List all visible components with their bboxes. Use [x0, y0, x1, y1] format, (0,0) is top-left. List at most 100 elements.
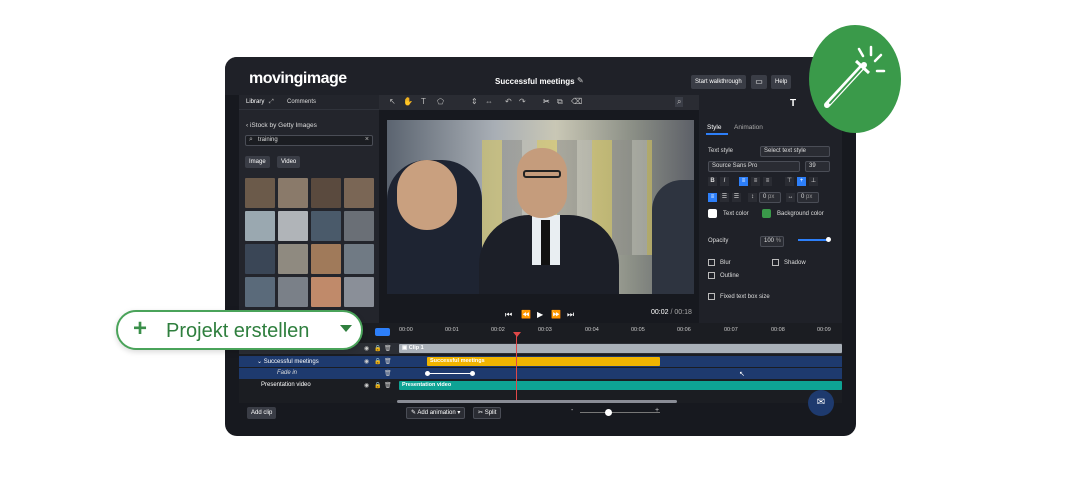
- tab-library[interactable]: Library: [246, 99, 264, 105]
- help-button[interactable]: Help: [771, 75, 792, 89]
- text-tool-icon[interactable]: T: [421, 97, 426, 106]
- edit-pencil-icon[interactable]: ✎: [577, 76, 584, 85]
- undo-icon[interactable]: ↶: [505, 97, 512, 106]
- thumbnail[interactable]: [245, 178, 275, 208]
- valign-middle-icon[interactable]: +: [797, 177, 806, 186]
- thumbnail[interactable]: [245, 244, 275, 274]
- screen-icon[interactable]: ▭: [751, 75, 767, 89]
- filter-video[interactable]: Video: [277, 156, 301, 168]
- video-bar[interactable]: Presentation video: [399, 381, 842, 390]
- text-style-select[interactable]: Select text style: [760, 146, 830, 157]
- zoom-icon[interactable]: ⌕: [675, 97, 684, 107]
- opacity-slider-knob[interactable]: [826, 237, 831, 242]
- video-track-label[interactable]: Presentation video: [261, 382, 311, 388]
- line-height-input[interactable]: 0 px: [759, 192, 781, 203]
- filter-image[interactable]: Image: [245, 156, 270, 168]
- zoom-in-icon[interactable]: +: [655, 407, 659, 414]
- tab-style[interactable]: Style: [707, 124, 721, 131]
- zoom-slider[interactable]: [580, 412, 660, 413]
- align-center-icon[interactable]: ≡: [751, 177, 760, 186]
- play-icon[interactable]: ▶: [537, 310, 543, 319]
- skip-end-icon[interactable]: ⏭: [567, 310, 574, 320]
- tab-comments[interactable]: Comments: [287, 99, 316, 105]
- add-clip-button[interactable]: Add clip: [247, 407, 277, 419]
- thumbnail[interactable]: [344, 178, 374, 208]
- align-left-icon[interactable]: ≡: [739, 177, 748, 186]
- trash-icon[interactable]: 🗑: [384, 370, 392, 377]
- library-back-link[interactable]: ‹ iStock by Getty Images: [246, 122, 317, 129]
- opacity-slider[interactable]: [798, 239, 828, 241]
- thumbnail[interactable]: [311, 178, 341, 208]
- select-icon[interactable]: ↖: [389, 97, 396, 106]
- italic-icon[interactable]: I: [720, 177, 729, 186]
- clip-bar[interactable]: ▣ Clip 1: [399, 344, 842, 353]
- outline-checkbox[interactable]: [708, 272, 715, 279]
- thumbnail[interactable]: [311, 277, 341, 307]
- line-height-icon[interactable]: ↕: [748, 193, 757, 202]
- copy-icon[interactable]: ⧉: [557, 97, 563, 107]
- valign-bottom-icon[interactable]: ⊥: [809, 177, 818, 186]
- align-icon[interactable]: ⇕: [471, 97, 478, 106]
- hand-icon[interactable]: ✋: [403, 97, 413, 106]
- letter-spacing-icon[interactable]: ↔: [786, 193, 795, 202]
- trash-icon[interactable]: 🗑: [384, 358, 392, 365]
- thumbnail[interactable]: [278, 244, 308, 274]
- thumbnail[interactable]: [311, 211, 341, 241]
- list-none-icon[interactable]: ≡: [708, 193, 717, 202]
- playhead[interactable]: [516, 335, 517, 403]
- timeline-scrollbar[interactable]: [397, 400, 677, 403]
- trash-icon[interactable]: 🗑: [384, 382, 392, 389]
- opacity-input[interactable]: 100 %: [760, 236, 784, 247]
- thumbnail[interactable]: [311, 244, 341, 274]
- valign-top-icon[interactable]: ⊤: [785, 177, 794, 186]
- cut-icon[interactable]: ✂: [543, 97, 550, 106]
- thumbnail[interactable]: [344, 277, 374, 307]
- project-title[interactable]: Successful meetings: [495, 77, 575, 86]
- lock-icon[interactable]: 🔒: [374, 345, 381, 352]
- fast-forward-icon[interactable]: ⏩: [551, 310, 561, 319]
- visibility-icon[interactable]: ◉: [364, 358, 369, 365]
- text-panel-icon[interactable]: T: [790, 98, 796, 109]
- thumbnail[interactable]: [245, 277, 275, 307]
- redo-icon[interactable]: ↷: [519, 97, 526, 106]
- thumbnail[interactable]: [278, 178, 308, 208]
- clear-icon[interactable]: ×: [365, 136, 369, 143]
- zoom-slider-knob[interactable]: [605, 409, 612, 416]
- title-bar[interactable]: Successful meetings: [427, 357, 660, 366]
- skip-start-icon[interactable]: ⏮: [505, 310, 512, 320]
- keyframe-start[interactable]: [425, 371, 430, 376]
- delete-icon[interactable]: ⌫: [571, 97, 582, 106]
- distribute-icon[interactable]: ⇔: [485, 97, 493, 106]
- thumbnail[interactable]: [278, 211, 308, 241]
- walkthrough-button[interactable]: Start walkthrough: [691, 75, 746, 89]
- visibility-icon[interactable]: ◉: [364, 382, 369, 389]
- fixed-box-checkbox[interactable]: [708, 293, 715, 300]
- background-color-swatch[interactable]: [762, 209, 771, 218]
- thumbnail[interactable]: [344, 244, 374, 274]
- font-select[interactable]: Source Sans Pro: [708, 161, 800, 172]
- keyframe-end[interactable]: [470, 371, 475, 376]
- blur-checkbox[interactable]: [708, 259, 715, 266]
- rewind-icon[interactable]: ⏪: [521, 310, 531, 319]
- list-number-icon[interactable]: ☰: [732, 193, 741, 202]
- video-preview[interactable]: [387, 120, 694, 294]
- create-project-button[interactable]: + Projekt erstellen: [116, 310, 363, 350]
- add-animation-button[interactable]: ✎ Add animation ▾: [406, 407, 466, 419]
- shape-icon[interactable]: ⬠: [437, 97, 444, 106]
- tab-animation[interactable]: Animation: [734, 124, 763, 131]
- thumbnail[interactable]: [245, 211, 275, 241]
- timeline-fit-button[interactable]: [375, 328, 390, 336]
- thumbnail[interactable]: [344, 211, 374, 241]
- bold-icon[interactable]: B: [708, 177, 717, 186]
- title-track-label[interactable]: ⌄ Successful meetings: [257, 358, 319, 365]
- fade-track-label[interactable]: Fade in: [277, 370, 297, 376]
- split-button[interactable]: ✂ Split: [473, 407, 502, 419]
- align-right-icon[interactable]: ≡: [763, 177, 772, 186]
- lock-icon[interactable]: 🔒: [374, 358, 381, 365]
- thumbnail[interactable]: [278, 277, 308, 307]
- visibility-icon[interactable]: ◉: [364, 345, 369, 352]
- letter-spacing-input[interactable]: 0 px: [797, 192, 819, 203]
- lock-icon[interactable]: 🔒: [374, 382, 381, 389]
- expand-icon[interactable]: ⤢: [269, 99, 274, 106]
- trash-icon[interactable]: 🗑: [384, 345, 392, 352]
